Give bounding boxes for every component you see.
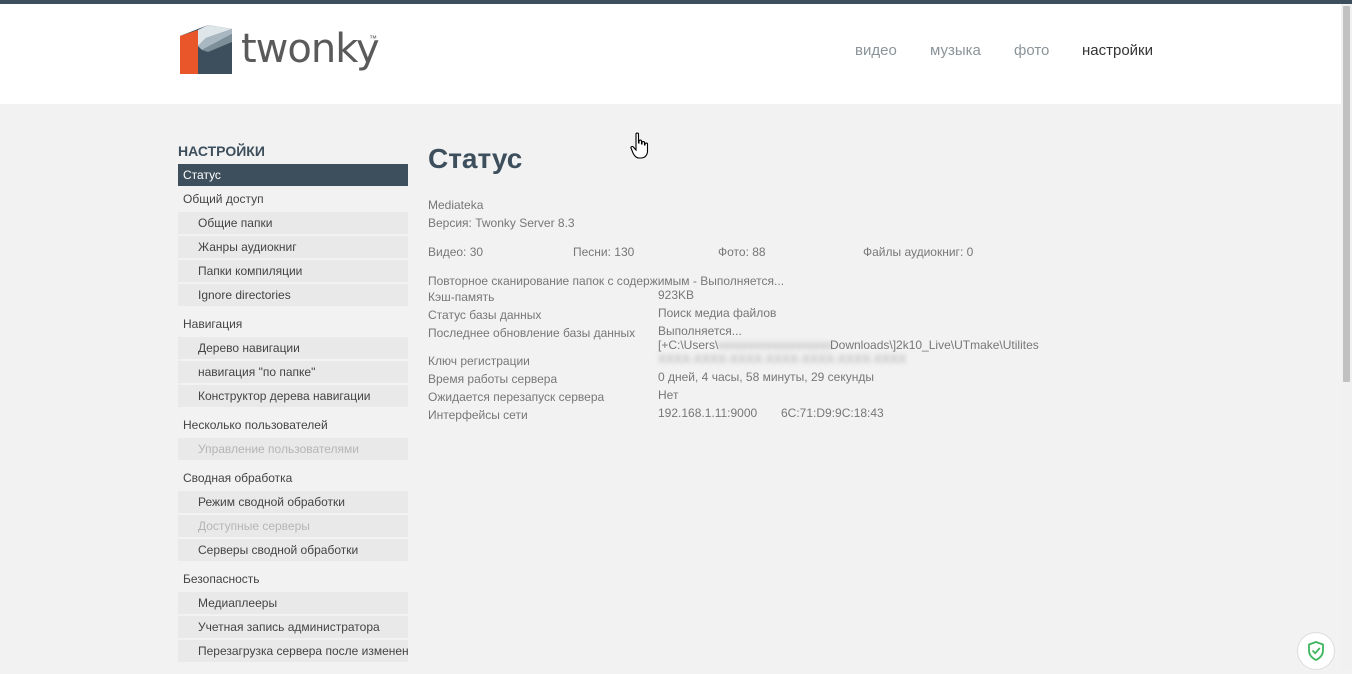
header: twonky ™ видео музыка фото настройки <box>0 4 1341 104</box>
db-update-path-end: Downloads\]2k10_Live\UTmake\Utilites <box>830 338 1039 352</box>
sidebar-group-aggregation[interactable]: Сводная обработка <box>178 467 408 489</box>
reg-key-value-redacted: XXXX-XXXX-XXXX-XXXX-XXXX-XXXX-XXXX <box>658 352 907 366</box>
sidebar-group-security[interactable]: Безопасность <box>178 568 408 590</box>
nav-settings[interactable]: настройки <box>1082 42 1153 59</box>
count-songs: Песни: 130 <box>573 245 635 259</box>
db-update-path-redacted: xxxxxxxxxxxxxxxxxxx <box>718 338 832 352</box>
db-update-value: Выполняется... <box>658 324 742 338</box>
restart-pending-value: Нет <box>658 388 679 402</box>
sidebar-title: НАСТРОЙКИ <box>178 143 265 159</box>
sidebar-item-ignore-directories[interactable]: Ignore directories <box>178 284 408 306</box>
network-mac: 6C:71:D9:9C:18:43 <box>781 406 884 420</box>
sidebar-item-user-management: Управление пользователями <box>178 438 408 460</box>
page-title: Статус <box>428 143 523 174</box>
twonky-logo-icon <box>180 25 232 74</box>
sidebar-item-folder-navigation[interactable]: навигация "по папке" <box>178 361 408 383</box>
server-name: Mediateka <box>428 198 484 212</box>
uptime-label: Время работы сервера <box>428 372 558 386</box>
sidebar-item-media-players[interactable]: Медиаплееры <box>178 592 408 614</box>
hand-cursor-icon <box>630 132 649 159</box>
count-photos: Фото: 88 <box>718 245 766 259</box>
network-interfaces-label: Интерфейсы сети <box>428 408 528 422</box>
sidebar-item-navigation-tree[interactable]: Дерево навигации <box>178 337 408 359</box>
shield-check-icon <box>1308 641 1324 662</box>
uptime-value: 0 дней, 4 часы, 58 минуты, 29 секунды <box>658 370 874 384</box>
nav-photo[interactable]: фото <box>1014 42 1049 59</box>
count-audiobooks: Файлы аудиокниг: 0 <box>863 245 974 259</box>
twonky-logo[interactable]: twonky ™ <box>178 22 398 80</box>
nav-video[interactable]: видео <box>855 42 897 59</box>
security-shield-widget[interactable] <box>1297 632 1335 670</box>
count-video: Видео: 30 <box>428 245 484 259</box>
sidebar-item-navigation-tree-builder[interactable]: Конструктор дерева навигации <box>178 385 408 407</box>
sidebar-group-sharing[interactable]: Общий доступ <box>178 188 408 210</box>
cache-value: 923KB <box>658 288 695 302</box>
sidebar-item-shared-folders[interactable]: Общие папки <box>178 212 408 234</box>
sidebar-item-admin-account[interactable]: Учетная запись администратора <box>178 616 408 638</box>
sidebar-item-status[interactable]: Статус <box>178 164 408 186</box>
restart-pending-label: Ожидается перезапуск сервера <box>428 390 605 404</box>
reg-key-label: Ключ регистрации <box>428 354 530 368</box>
scrollbar-thumb[interactable] <box>1343 6 1350 382</box>
sidebar-item-available-servers: Доступные серверы <box>178 515 408 537</box>
sidebar-item-restart-after-change[interactable]: Перезагрузка сервера после изменения <box>178 640 408 662</box>
page-scrollbar[interactable] <box>1341 4 1352 669</box>
sidebar-item-aggregation-mode[interactable]: Режим сводной обработки <box>178 491 408 513</box>
db-status-label: Статус базы данных <box>428 308 542 322</box>
nav-music[interactable]: музыка <box>930 42 981 59</box>
db-update-label: Последнее обновление базы данных <box>428 326 636 340</box>
sidebar-item-compilation-folders[interactable]: Папки компиляции <box>178 260 408 282</box>
db-update-path-start: [+C:\Users\ <box>658 338 719 352</box>
db-status-value: Поиск медиа файлов <box>658 306 777 320</box>
logo-trademark: ™ <box>369 34 377 43</box>
sidebar-item-audiobook-genres[interactable]: Жанры аудиокниг <box>178 236 408 258</box>
sidebar-group-multi-user[interactable]: Несколько пользователей <box>178 414 408 436</box>
sidebar-item-aggregation-servers[interactable]: Серверы сводной обработки <box>178 539 408 561</box>
server-version: Версия: Twonky Server 8.3 <box>428 216 575 230</box>
network-ip: 192.168.1.11:9000 <box>658 406 758 420</box>
rescan-status: Повторное сканирование папок с содержимы… <box>428 274 785 288</box>
cache-label: Кэш-память <box>428 290 495 304</box>
logo-wordmark: twonky <box>241 26 380 72</box>
sidebar-group-navigation[interactable]: Навигация <box>178 313 408 335</box>
